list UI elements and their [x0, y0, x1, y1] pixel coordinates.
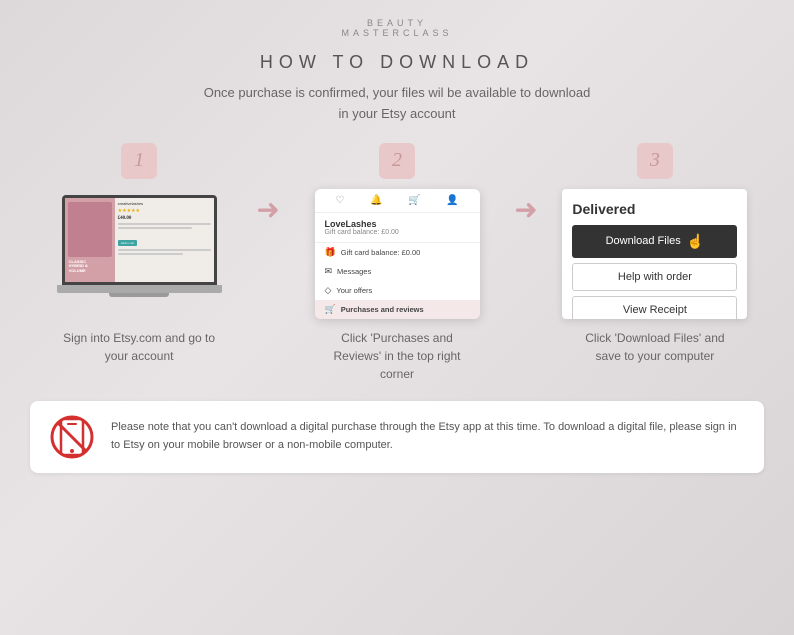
offers-icon: ◇ — [325, 285, 332, 296]
laptop-line-3 — [118, 249, 211, 251]
laptop-base — [57, 285, 222, 293]
notice-box: Please note that you can't download a di… — [30, 401, 764, 473]
download-files-button[interactable]: Download Files ☝ — [572, 225, 737, 258]
dropdown-item-giftcard[interactable]: 🎁 Gift card balance: £0.00 — [315, 243, 480, 262]
brand-line2: MASTERCLASS — [341, 28, 452, 38]
subtitle-line1: Once purchase is confirmed, your files w… — [204, 85, 591, 100]
dropdown-illustration: ♡ 🔔 🛒 👤 LoveLashes Gift card balance: £0… — [315, 189, 480, 319]
cart-icon: 🛒 — [408, 195, 420, 206]
brand-logo: BEAUTY MASTERCLASS — [341, 18, 452, 38]
notice-text: Please note that you can't download a di… — [111, 419, 746, 454]
laptop-main-content: creativelashes ★★★★★ £40.00 Add to cart — [115, 198, 214, 282]
no-phone-icon — [48, 413, 96, 461]
brand-line1: BEAUTY — [341, 18, 452, 28]
laptop-screen: CLASSICHYBRID &VOLUME creativelashes ★★★… — [62, 195, 217, 285]
laptop-product-img — [68, 202, 112, 257]
dropdown-item-purchases[interactable]: 🛒 Purchases and reviews — [315, 300, 480, 319]
page-container: BEAUTY MASTERCLASS HOW TO DOWNLOAD Once … — [0, 0, 794, 635]
dropdown-item-messages[interactable]: ✉ Messages — [315, 262, 480, 281]
laptop-line-4 — [118, 253, 183, 255]
laptop-cta-button: Add to cart — [118, 240, 138, 246]
step-3-number: 3 — [637, 143, 673, 179]
avatar-icon: 👤 — [446, 195, 458, 206]
view-receipt-button[interactable]: View Receipt — [572, 296, 737, 319]
step-1-image: CLASSICHYBRID &VOLUME creativelashes ★★★… — [44, 189, 234, 319]
laptop-product-title: CLASSICHYBRID &VOLUME — [68, 260, 112, 274]
step-3: 3 Delivered Download Files ☝ Help with o… — [546, 143, 764, 365]
step-3-caption: Click 'Download Files' and save to your … — [585, 329, 724, 365]
step-2-caption: Click 'Purchases and Reviews' in the top… — [333, 329, 460, 383]
step-1-caption: Sign into Etsy.com and go to your accoun… — [63, 329, 215, 365]
laptop-sidebar: CLASSICHYBRID &VOLUME — [65, 198, 115, 282]
bell-icon: 🔔 — [370, 195, 382, 206]
step-2: 2 ♡ 🔔 🛒 👤 LoveLashes Gift card balance: … — [288, 143, 506, 383]
steps-row: 1 CLASSICHYBRID &VOLUME creativelashes ★… — [30, 143, 764, 383]
laptop-price: £40.00 — [118, 216, 211, 221]
page-title: HOW TO DOWNLOAD — [260, 52, 534, 73]
step-3-image: Delivered Download Files ☝ Help with ord… — [560, 189, 750, 319]
laptop-line-2 — [118, 227, 192, 229]
heart-icon: ♡ — [335, 195, 344, 206]
laptop-rating: ★★★★★ — [118, 208, 211, 214]
laptop-line-1 — [118, 223, 211, 225]
gift-icon: 🎁 — [325, 247, 336, 258]
dropdown-username: LoveLashes Gift card balance: £0.00 — [315, 213, 480, 243]
message-icon: ✉ — [325, 266, 333, 277]
purchases-icon: 🛒 — [325, 304, 336, 315]
cursor-icon: ☝ — [687, 233, 704, 250]
dropdown-item-offers[interactable]: ◇ Your offers — [315, 281, 480, 300]
step-1-number: 1 — [121, 143, 157, 179]
laptop-screen-content: CLASSICHYBRID &VOLUME creativelashes ★★★… — [65, 198, 214, 282]
etsy-download-ui: Delivered Download Files ☝ Help with ord… — [562, 189, 747, 319]
step-2-image: ♡ 🔔 🛒 👤 LoveLashes Gift card balance: £0… — [302, 189, 492, 319]
step-2-number: 2 — [379, 143, 415, 179]
laptop-stand — [109, 293, 169, 297]
laptop-product-name: creativelashes — [118, 201, 211, 206]
laptop-illustration: CLASSICHYBRID &VOLUME creativelashes ★★★… — [52, 195, 227, 313]
page-subtitle: Once purchase is confirmed, your files w… — [204, 83, 591, 125]
download-files-label: Download Files — [606, 235, 681, 247]
subtitle-line2: in your Etsy account — [338, 106, 455, 121]
delivered-label: Delivered — [572, 201, 737, 217]
arrow-2-3: ➜ — [506, 193, 546, 227]
help-with-order-button[interactable]: Help with order — [572, 263, 737, 291]
arrow-1-2: ➜ — [248, 193, 288, 227]
dropdown-header: ♡ 🔔 🛒 👤 — [315, 189, 480, 213]
step-1: 1 CLASSICHYBRID &VOLUME creativelashes ★… — [30, 143, 248, 365]
